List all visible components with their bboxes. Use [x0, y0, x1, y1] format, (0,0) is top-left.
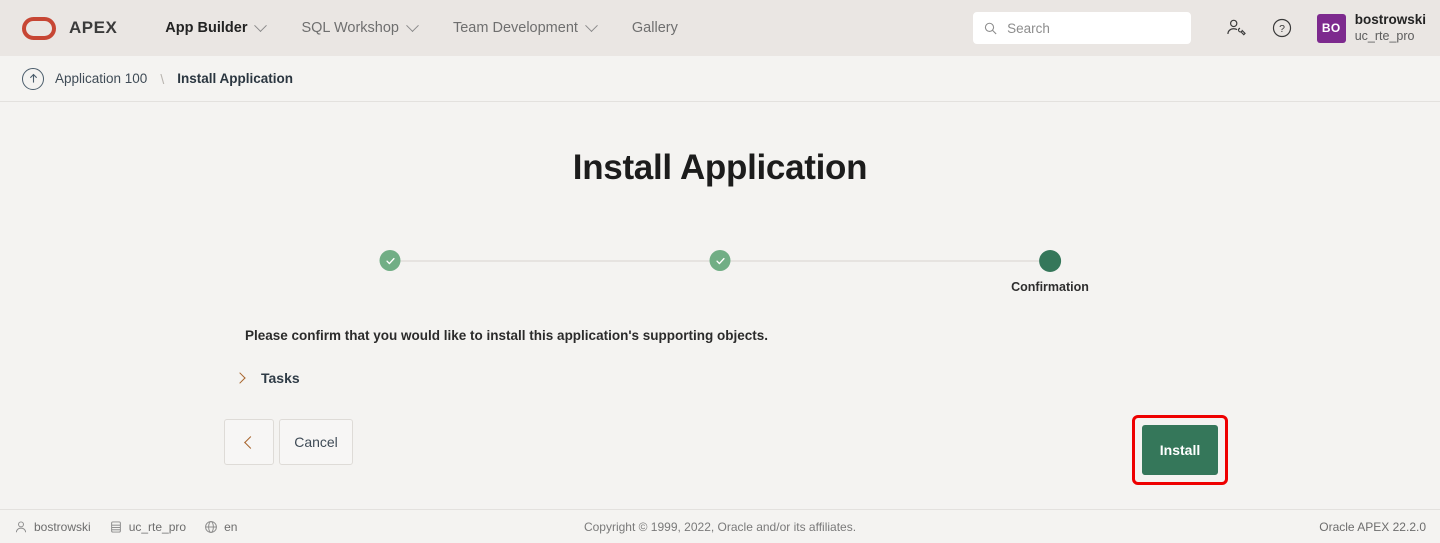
- arrow-up-glyph: [29, 73, 37, 83]
- install-button-highlight: Install: [1132, 415, 1228, 485]
- chevron-down-icon: [254, 18, 268, 32]
- admin-button[interactable]: [1217, 9, 1255, 47]
- nav-item-label: SQL Workshop: [301, 20, 399, 36]
- help-circle-icon: ?: [1272, 18, 1291, 38]
- brand-logo[interactable]: APEX: [22, 16, 118, 40]
- step-dot-current[interactable]: [1039, 250, 1061, 272]
- footer-workspace-label: uc_rte_pro: [128, 519, 187, 534]
- database-icon: [110, 520, 121, 533]
- wizard-step-1[interactable]: [379, 250, 401, 279]
- chevron-down-icon: [585, 18, 598, 32]
- footer-language[interactable]: en: [204, 520, 237, 534]
- search-input[interactable]: [1005, 19, 1180, 37]
- step-dot-done[interactable]: [709, 250, 731, 271]
- user-menu[interactable]: BO bostrowski uc_rte_pro: [1316, 12, 1426, 45]
- tasks-label: Tasks: [261, 370, 300, 386]
- check-icon: [715, 257, 725, 264]
- main-nav: App Builder SQL Workshop Team Developmen…: [147, 0, 696, 56]
- nav-item-gallery[interactable]: Gallery: [614, 0, 696, 56]
- user-name: bostrowski: [1354, 11, 1426, 27]
- footer-left: bostrowski uc_rte_pro en: [14, 520, 237, 534]
- wizard-step-2[interactable]: [709, 250, 731, 279]
- version-text: Oracle APEX 22.2.0: [1319, 519, 1426, 534]
- avatar: BO: [1316, 13, 1346, 43]
- step-dot-done[interactable]: [379, 250, 401, 271]
- wizard-step-3[interactable]: Confirmation: [1011, 250, 1089, 294]
- install-button[interactable]: Install: [1142, 425, 1218, 475]
- nav-item-label: Team Development: [452, 20, 578, 36]
- brand-name: APEX: [69, 18, 118, 37]
- user-workspace: uc_rte_pro: [1354, 28, 1415, 43]
- chevron-down-icon: [406, 18, 419, 32]
- breadcrumb-separator: \: [160, 70, 165, 87]
- nav-item-label: Gallery: [631, 20, 678, 36]
- footer-workspace[interactable]: uc_rte_pro: [109, 520, 186, 534]
- cancel-button[interactable]: Cancel: [279, 419, 353, 465]
- previous-button[interactable]: [224, 419, 274, 465]
- wizard-progress: Confirmation: [379, 240, 1089, 294]
- search-icon: [984, 22, 997, 34]
- apex-logo-icon: [22, 16, 56, 40]
- footer-user-label: bostrowski: [34, 519, 91, 534]
- search-box[interactable]: [972, 12, 1191, 44]
- header-actions: ? BO bostrowski uc_rte_pro: [972, 9, 1426, 47]
- nav-item-team-development[interactable]: Team Development: [435, 0, 614, 56]
- chevron-right-icon: [234, 372, 246, 384]
- breadcrumb-item-application[interactable]: Application 100: [55, 71, 147, 86]
- wizard-button-row: Cancel Install: [0, 415, 1440, 485]
- app-header: APEX App Builder SQL Workshop Team Devel…: [0, 0, 1440, 56]
- help-button[interactable]: ?: [1263, 9, 1301, 47]
- globe-icon: [205, 520, 217, 533]
- chevron-left-icon: [244, 435, 257, 449]
- wizard-step-label: Confirmation: [1011, 280, 1089, 294]
- footer-language-label: en: [224, 519, 238, 534]
- breadcrumb-item-install-application: Install Application: [177, 71, 293, 86]
- app-footer: bostrowski uc_rte_pro en Copyright © 199…: [0, 509, 1440, 543]
- nav-item-label: App Builder: [165, 20, 248, 36]
- check-icon: [385, 257, 395, 264]
- tasks-toggle[interactable]: Tasks: [232, 370, 300, 386]
- main-content: Install Application Confirmation Please: [0, 102, 1440, 491]
- footer-user[interactable]: bostrowski: [14, 520, 91, 534]
- breadcrumb: Application 100 \ Install Application: [0, 56, 1440, 102]
- nav-item-sql-workshop[interactable]: SQL Workshop: [283, 0, 435, 56]
- page-title: Install Application: [572, 148, 868, 187]
- user-meta: bostrowski uc_rte_pro: [1355, 12, 1426, 45]
- user-icon: [15, 520, 27, 532]
- nav-item-app-builder[interactable]: App Builder: [147, 0, 283, 56]
- arrow-up-circle-icon[interactable]: [22, 67, 44, 90]
- confirmation-message: Please confirm that you would like to in…: [245, 328, 769, 343]
- user-settings-icon: [1227, 19, 1246, 36]
- svg-text:?: ?: [1279, 23, 1285, 35]
